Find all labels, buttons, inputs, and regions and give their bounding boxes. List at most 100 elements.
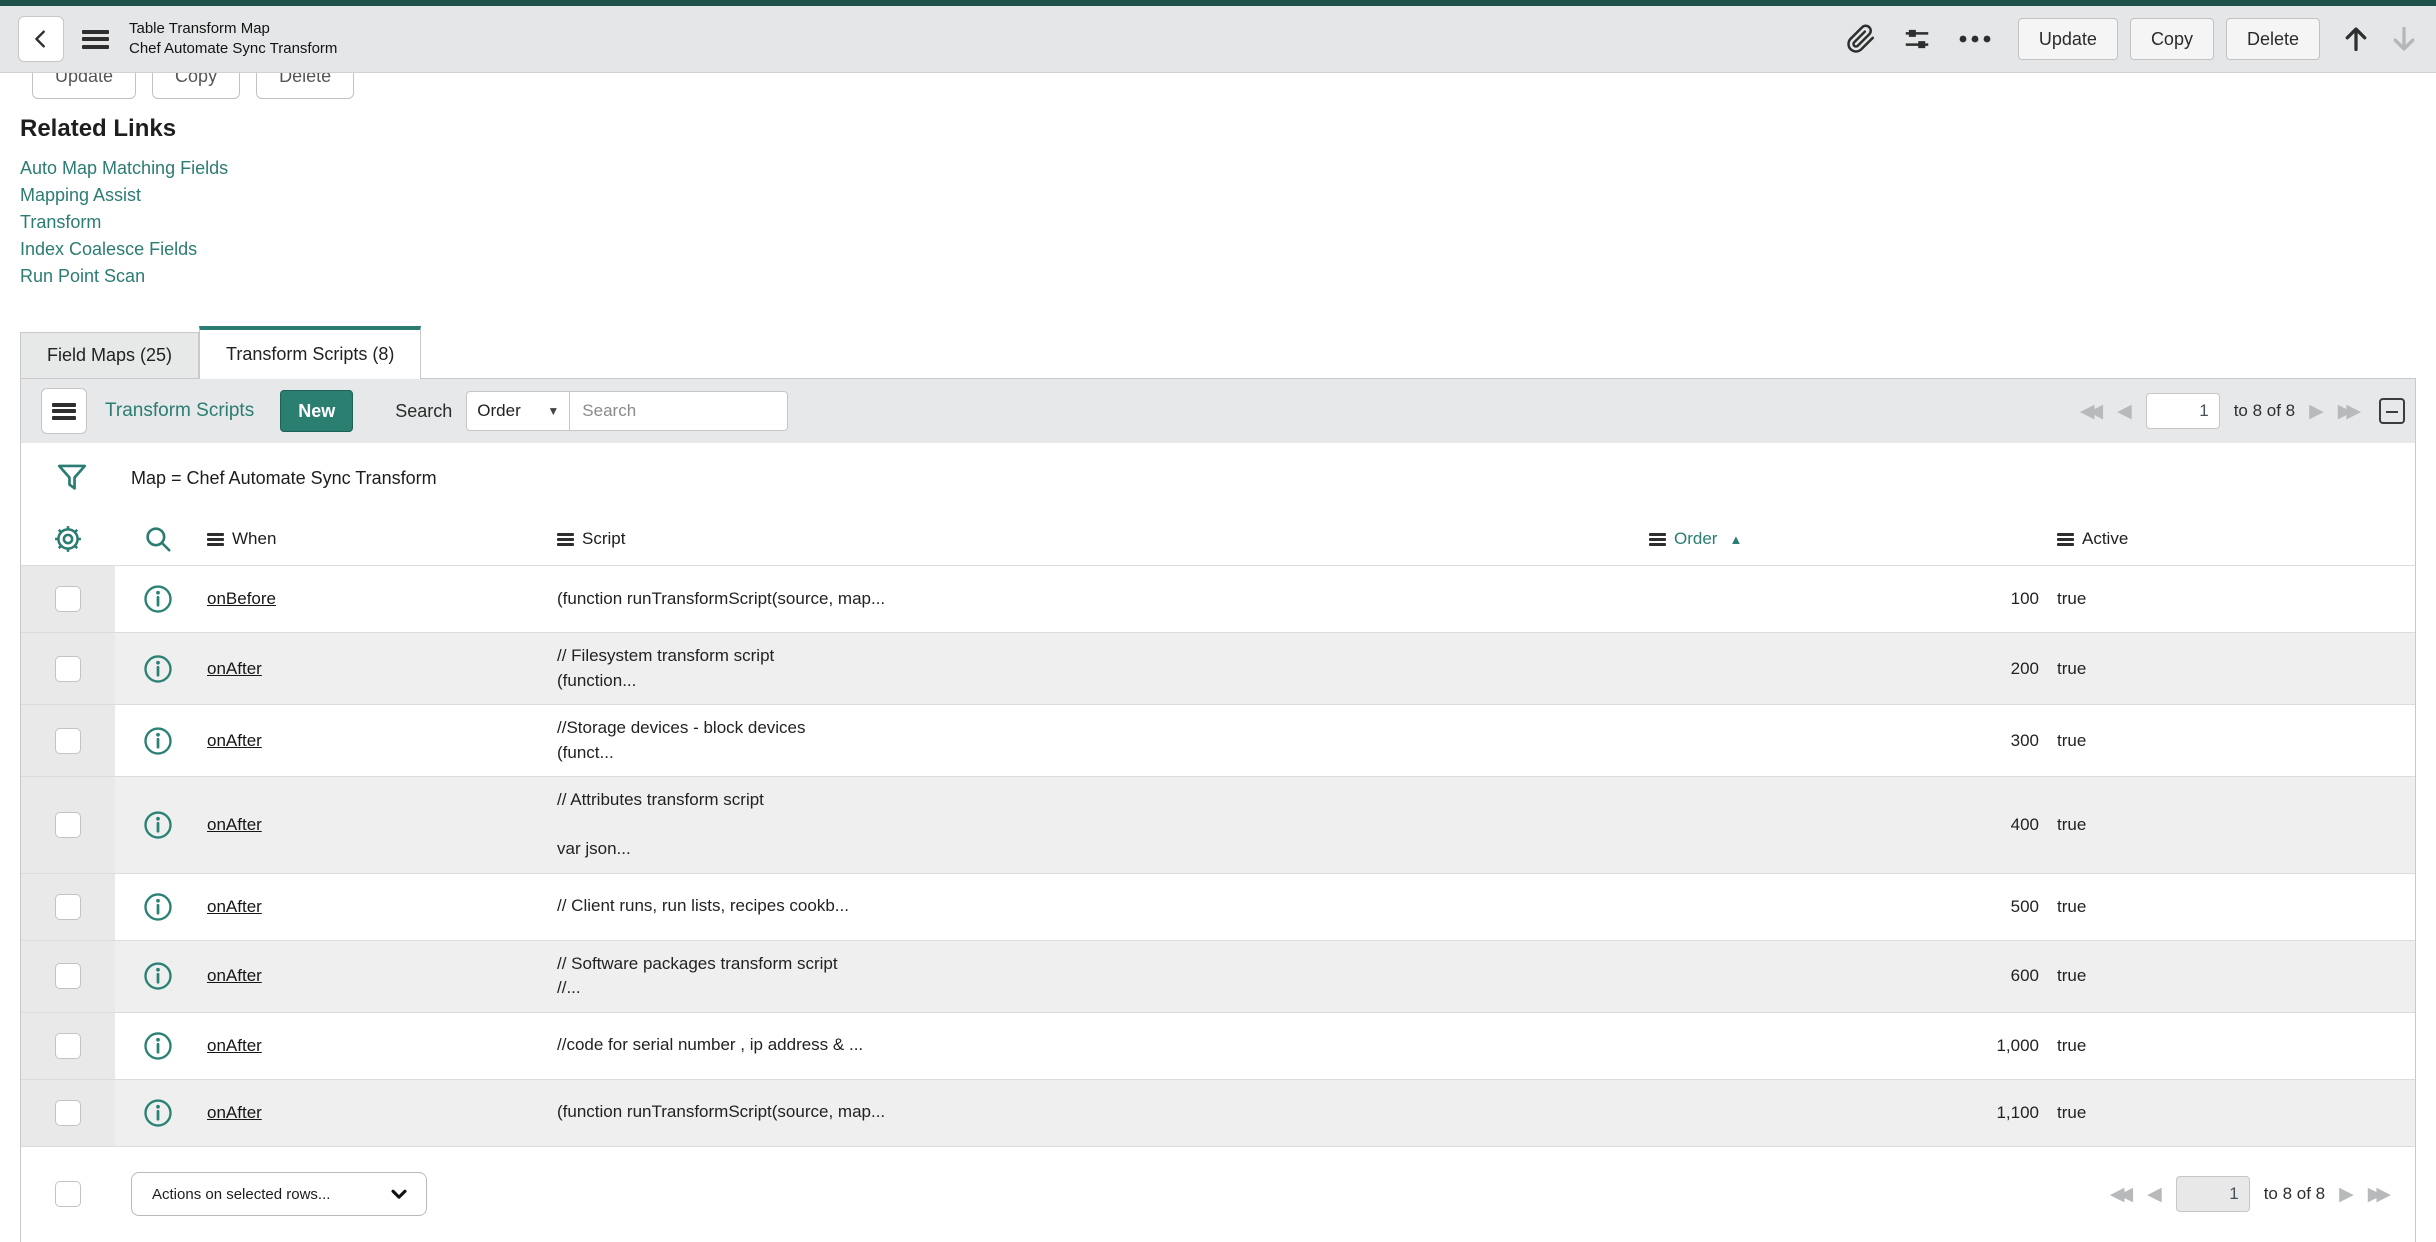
- related-link[interactable]: Transform: [20, 209, 2416, 236]
- last-page-icon[interactable]: ▶▶: [2368, 1183, 2391, 1206]
- next-page-icon[interactable]: ▶: [2339, 1183, 2354, 1206]
- info-icon[interactable]: [143, 1098, 173, 1128]
- when-link[interactable]: onBefore: [207, 589, 276, 608]
- search-column-icon[interactable]: [143, 524, 173, 554]
- when-link[interactable]: onAfter: [207, 1103, 262, 1122]
- info-icon[interactable]: [143, 654, 173, 684]
- script-preview: // Filesystem transform script (function…: [557, 646, 775, 690]
- menu-icon: [52, 402, 76, 420]
- script-preview: //Storage devices - block devices (funct…: [557, 718, 806, 762]
- filter-condition-label[interactable]: Map = Chef Automate Sync Transform: [131, 468, 437, 489]
- context-menu-icon[interactable]: [82, 29, 109, 49]
- column-header-when[interactable]: When: [201, 529, 557, 549]
- row-checkbox[interactable]: [55, 586, 81, 612]
- table-row: onAfter //Storage devices - block device…: [21, 704, 2415, 776]
- row-checkbox[interactable]: [55, 1032, 81, 1059]
- row-checkbox[interactable]: [55, 1099, 81, 1126]
- column-label: Active: [2082, 529, 2129, 548]
- header-actions: Update Copy Delete: [2017, 18, 2320, 60]
- related-links-heading: Related Links: [20, 115, 177, 142]
- pagination-top: ◀◀ ◀ to 8 of 8 ▶ ▶▶: [2080, 393, 2405, 429]
- chevron-down-icon: [391, 1189, 407, 1199]
- list-header-row: When Script Order ▲ Active: [21, 513, 2415, 565]
- list-title: Transform Scripts: [105, 400, 255, 421]
- row-checkbox[interactable]: [55, 893, 81, 920]
- order-value: 1,000: [1996, 1035, 2039, 1055]
- tab-transform-scripts[interactable]: Transform Scripts (8): [199, 326, 422, 379]
- column-header-active[interactable]: Active: [2041, 529, 2415, 549]
- when-link[interactable]: onAfter: [207, 966, 262, 985]
- search-label: Search: [395, 400, 453, 421]
- page-number-input[interactable]: [2175, 1176, 2250, 1212]
- active-value: true: [2057, 814, 2087, 834]
- when-link[interactable]: onAfter: [207, 897, 262, 916]
- select-caret-icon: ▼: [547, 404, 560, 418]
- script-preview: (function runTransformScript(source, map…: [557, 1102, 886, 1122]
- page-number-input[interactable]: [2145, 393, 2220, 429]
- first-page-icon[interactable]: ◀◀: [2110, 1183, 2133, 1206]
- tab-field-maps[interactable]: Field Maps (25): [20, 332, 200, 378]
- header-action-button[interactable]: Update: [2017, 18, 2118, 60]
- row-checkbox[interactable]: [55, 727, 81, 754]
- column-label: When: [232, 529, 277, 548]
- active-value: true: [2057, 1102, 2087, 1122]
- back-button[interactable]: [18, 16, 64, 62]
- when-link[interactable]: onAfter: [207, 815, 262, 834]
- search-input[interactable]: [570, 391, 789, 431]
- related-link[interactable]: Auto Map Matching Fields: [20, 155, 2416, 182]
- info-icon[interactable]: [143, 892, 173, 922]
- list-menu-button[interactable]: [41, 388, 87, 434]
- attachment-icon[interactable]: [1846, 24, 1876, 54]
- record-type-label: Table Transform Map: [129, 19, 270, 37]
- next-page-icon[interactable]: ▶: [2309, 400, 2324, 423]
- script-preview: // Attributes transform script var json.…: [557, 790, 764, 858]
- prev-page-icon[interactable]: ◀: [2147, 1183, 2162, 1206]
- prev-page-icon[interactable]: ◀: [2117, 400, 2132, 423]
- header-action-button[interactable]: Delete: [2225, 18, 2320, 60]
- row-range-label: to 8 of 8: [2233, 401, 2296, 420]
- related-link[interactable]: Mapping Assist: [20, 182, 2416, 209]
- column-header-order[interactable]: Order ▲: [1641, 529, 2041, 549]
- first-page-icon[interactable]: ◀◀: [2080, 400, 2103, 423]
- column-label: Order: [1674, 529, 1718, 548]
- order-value: 200: [2010, 658, 2039, 678]
- when-link[interactable]: onAfter: [207, 659, 262, 678]
- when-link[interactable]: onAfter: [207, 1036, 262, 1055]
- new-button[interactable]: New: [280, 390, 354, 432]
- tab-bar: Field Maps (25) Transform Scripts (8): [20, 326, 2416, 379]
- when-link[interactable]: onAfter: [207, 731, 262, 750]
- pagination-bottom: ◀◀ ◀ to 8 of 8 ▶ ▶▶: [2110, 1176, 2391, 1212]
- related-link[interactable]: Run Point Scan: [20, 263, 2416, 290]
- related-link[interactable]: Index Coalesce Fields: [20, 236, 2416, 263]
- search-field-select[interactable]: Order ▼: [466, 391, 571, 431]
- select-all-checkbox[interactable]: [55, 1181, 81, 1207]
- row-checkbox[interactable]: [55, 655, 81, 682]
- info-icon[interactable]: [143, 810, 173, 840]
- gear-icon[interactable]: [52, 523, 84, 555]
- personalize-form-icon[interactable]: [1902, 24, 1932, 54]
- column-header-script[interactable]: Script: [557, 529, 1641, 549]
- header-action-button[interactable]: Copy: [2129, 18, 2214, 60]
- column-menu-icon: [557, 532, 574, 546]
- related-links-section: Related Links Auto Map Matching Fields Ma…: [20, 115, 2416, 290]
- scroll-down-icon[interactable]: [2390, 24, 2418, 54]
- order-value: 300: [2010, 730, 2039, 750]
- actions-select[interactable]: Actions on selected rows...: [131, 1172, 427, 1216]
- table-row: onAfter (function runTransformScript(sou…: [21, 1078, 2415, 1146]
- order-value: 1,100: [1996, 1102, 2039, 1122]
- minimize-list-icon[interactable]: [2379, 398, 2405, 424]
- row-checkbox[interactable]: [55, 963, 81, 989]
- sort-ascending-icon: ▲: [1729, 531, 1743, 547]
- filter-funnel-icon[interactable]: [55, 460, 89, 496]
- column-label: Script: [582, 529, 626, 548]
- info-icon[interactable]: [143, 584, 173, 614]
- more-options-icon[interactable]: [1958, 33, 1992, 45]
- table-row: onAfter // Client runs, run lists, recip…: [21, 872, 2415, 940]
- info-icon[interactable]: [143, 1031, 173, 1061]
- row-checkbox[interactable]: [55, 811, 81, 838]
- last-page-icon[interactable]: ▶▶: [2338, 400, 2361, 423]
- info-icon[interactable]: [143, 726, 173, 756]
- related-links-list: Auto Map Matching Fields Mapping Assist Tr…: [20, 155, 2416, 290]
- info-icon[interactable]: [143, 961, 173, 991]
- scroll-up-icon[interactable]: [2342, 24, 2370, 54]
